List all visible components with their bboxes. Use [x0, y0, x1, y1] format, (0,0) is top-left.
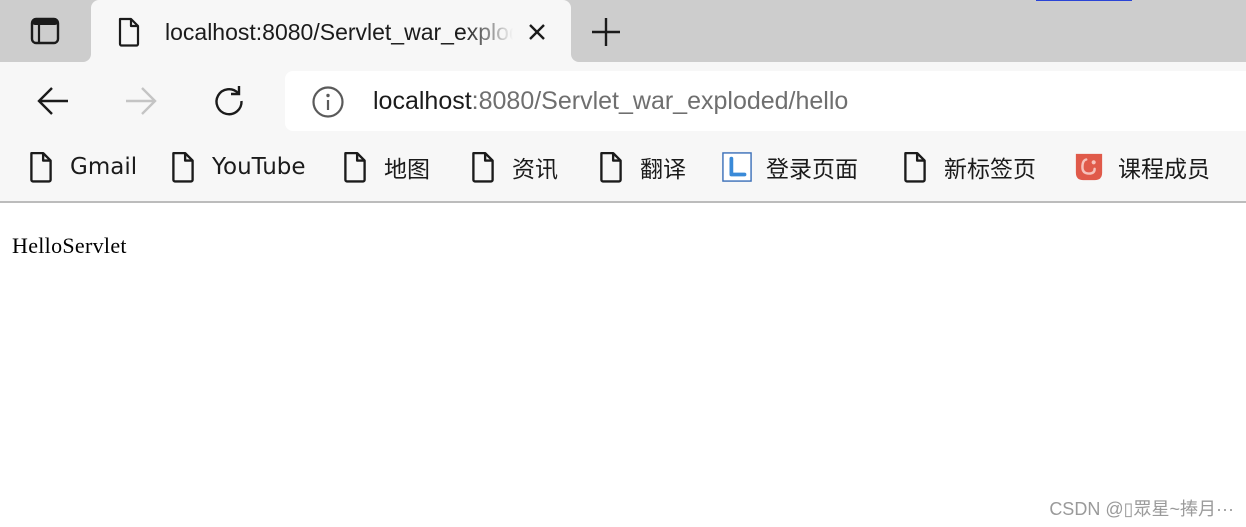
tab-strip: localhost:8080/Servlet_war_exploded/hell…	[0, 0, 1246, 62]
url-path: :8080/Servlet_war_exploded/hello	[471, 87, 849, 115]
bookmark-label: 课程成员	[1118, 157, 1210, 183]
bookmark-translate[interactable]: 翻译	[596, 150, 686, 184]
page-icon	[26, 150, 56, 184]
bookmark-label: YouTube	[212, 154, 306, 180]
bookmark-label: 地图	[384, 157, 430, 183]
page-icon	[118, 17, 140, 47]
bookmark-label: 新标签页	[944, 157, 1036, 183]
new-tab-button[interactable]	[586, 13, 626, 51]
course-icon	[1074, 150, 1104, 184]
arrow-right-icon	[126, 87, 157, 115]
bookmark-label: 登录页面	[766, 157, 858, 183]
page-content: HelloServlet CSDN @▯眾星~捧月···	[0, 205, 1246, 527]
active-tab[interactable]: localhost:8080/Servlet_war_exploded/hell…	[91, 0, 571, 62]
bookmark-label: 资讯	[512, 157, 558, 183]
bookmark-news[interactable]: 资讯	[468, 150, 558, 184]
tab-close-button[interactable]	[523, 18, 551, 46]
close-icon	[529, 24, 545, 40]
body-text: HelloServlet	[12, 233, 127, 258]
bookmark-label: Gmail	[70, 154, 138, 180]
arrow-left-icon	[37, 87, 68, 115]
bookmark-youtube[interactable]: YouTube	[168, 150, 306, 184]
info-icon	[312, 86, 344, 118]
bookmark-course-members[interactable]: 课程成员	[1074, 150, 1210, 184]
page-icon	[900, 150, 930, 184]
site-info-button[interactable]	[311, 85, 345, 119]
back-button[interactable]	[31, 80, 75, 122]
bookmark-login-page[interactable]: 登录页面	[722, 150, 858, 184]
reload-button[interactable]	[207, 80, 251, 122]
tab-actions-icon	[30, 17, 60, 45]
tab-actions-button[interactable]	[22, 14, 68, 48]
watermark: CSDN @▯眾星~捧月···	[1049, 499, 1234, 519]
plus-icon	[592, 18, 620, 46]
page-icon	[340, 150, 370, 184]
loading-indicator	[1036, 0, 1132, 1]
bookmark-label: 翻译	[640, 157, 686, 183]
page-icon	[596, 150, 626, 184]
tab-title: localhost:8080/Servlet_war_exploded/hell…	[165, 19, 513, 45]
url-text[interactable]: localhost:8080/Servlet_war_exploded/hell…	[373, 85, 848, 117]
reload-icon	[215, 86, 243, 116]
bookmarks-bar: Gmail YouTube 地图 资讯 翻译 登录页面 新标签页 课程成员	[0, 140, 1246, 203]
page-icon	[168, 150, 198, 184]
navigation-toolbar: localhost:8080/Servlet_war_exploded/hell…	[0, 62, 1246, 140]
bookmark-gmail[interactable]: Gmail	[26, 150, 137, 184]
bookmark-map[interactable]: 地图	[340, 150, 430, 184]
forward-button[interactable]	[119, 80, 163, 122]
page-icon	[468, 150, 498, 184]
address-bar[interactable]: localhost:8080/Servlet_war_exploded/hell…	[285, 71, 1246, 131]
login-l-icon	[722, 150, 752, 184]
url-host: localhost	[373, 87, 472, 115]
bookmark-new-tab[interactable]: 新标签页	[900, 150, 1036, 184]
